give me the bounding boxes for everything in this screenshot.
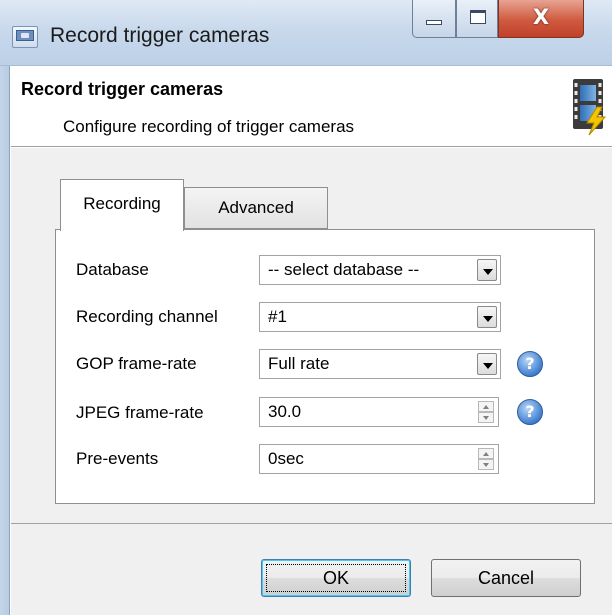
dialog-header: Record trigger cameras Configure recordi… (11, 67, 612, 147)
jpeg-frame-rate-value: 30.0 (268, 402, 302, 421)
chevron-down-icon[interactable] (477, 353, 497, 375)
jpeg-frame-rate-label: JPEG frame-rate (76, 403, 204, 422)
spin-down-icon[interactable] (478, 412, 494, 423)
window-frame-left (0, 66, 10, 615)
minimize-button[interactable] (412, 0, 456, 38)
cancel-label: Cancel (477, 568, 535, 588)
tab-recording[interactable]: Recording (60, 179, 184, 231)
recording-tab-page: Database -- select database -- Recording… (55, 229, 595, 504)
recording-channel-select[interactable]: #1 (259, 302, 501, 332)
jpeg-frame-rate-spinner[interactable]: 30.0 (259, 397, 499, 427)
film-lightning-icon (573, 79, 607, 136)
dialog-footer: OK Cancel (11, 523, 612, 615)
focus-rectangle (266, 564, 406, 592)
help-icon[interactable]: ? (517, 399, 543, 425)
database-select[interactable]: -- select database -- (259, 255, 501, 285)
spin-down-icon[interactable] (478, 459, 494, 470)
gop-frame-rate-select[interactable]: Full rate (259, 349, 501, 379)
tab-advanced[interactable]: Advanced (184, 187, 328, 229)
window-title: Record trigger cameras (50, 24, 270, 47)
gop-frame-rate-value: Full rate (268, 354, 330, 373)
database-value: -- select database -- (268, 260, 420, 279)
chevron-down-icon[interactable] (477, 306, 497, 328)
recording-channel-label: Recording channel (76, 307, 218, 326)
spin-up-icon[interactable] (478, 448, 494, 459)
database-label: Database (76, 260, 149, 279)
close-icon: X (532, 5, 550, 29)
camera-app-icon (12, 26, 38, 48)
maximize-icon (470, 10, 486, 24)
recording-channel-value: #1 (268, 307, 287, 326)
pre-events-spinner[interactable]: 0sec (259, 444, 499, 474)
maximize-button[interactable] (456, 0, 498, 38)
help-icon[interactable]: ? (517, 351, 543, 377)
title-bar[interactable]: Record trigger cameras X (0, 0, 612, 66)
dialog-body: Recording Advanced Database -- select da… (11, 148, 612, 523)
spin-up-icon[interactable] (478, 401, 494, 412)
ok-button[interactable]: OK (261, 559, 411, 597)
header-title: Record trigger cameras (21, 79, 224, 99)
minimize-icon (426, 20, 442, 25)
pre-events-value: 0sec (268, 449, 304, 468)
gop-frame-rate-label: GOP frame-rate (76, 354, 197, 373)
header-subtitle: Configure recording of trigger cameras (63, 117, 355, 136)
cancel-button[interactable]: Cancel (431, 559, 581, 597)
close-button[interactable]: X (498, 0, 584, 38)
pre-events-label: Pre-events (76, 449, 159, 468)
chevron-down-icon[interactable] (477, 259, 497, 281)
